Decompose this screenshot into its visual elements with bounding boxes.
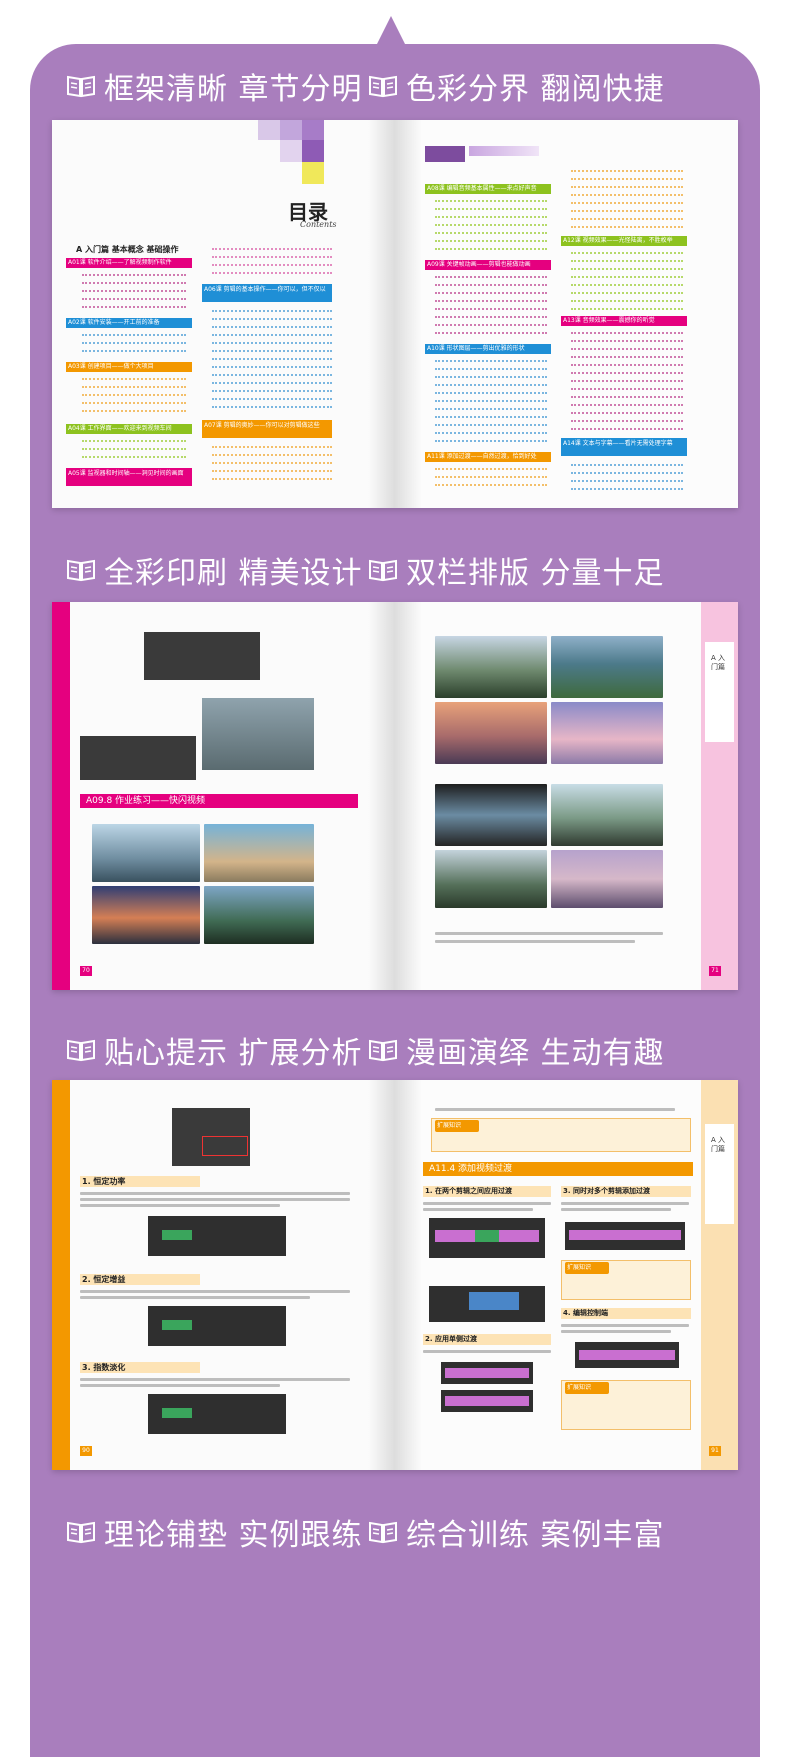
tip-label: 扩展知识 xyxy=(567,1264,592,1271)
lesson-heading: A09课 关键帧动画——剪辑也能做动画 xyxy=(427,261,531,268)
subheading: 2. 应用单侧过渡 xyxy=(425,1335,477,1343)
caption-text: 色彩分界 翻阅快捷 xyxy=(406,72,665,107)
lesson-heading: A05课 监视器和时间轴——洞见时间的画面 xyxy=(68,470,184,477)
open-book-icon xyxy=(67,1039,95,1062)
page-number-right: 91 xyxy=(711,1447,719,1454)
panel-notch xyxy=(376,16,406,46)
lesson-heading: A02课 软件安装——开工前的准备 xyxy=(68,319,160,326)
caption-text: 框架清晰 章节分明 xyxy=(104,72,363,107)
part-heading: A 入门篇 基本概念 基础操作 xyxy=(76,245,179,254)
lesson-heading: A08课 编辑音频基本属性——来点好声音 xyxy=(427,185,537,192)
lesson-heading: A12课 视频效果——光怪陆离，不胜枚举 xyxy=(563,237,673,244)
caption-7: 理论铺垫 实例跟练 xyxy=(66,1510,363,1554)
book-gutter xyxy=(368,1080,422,1470)
lesson-heading: A01课 软件介绍——了解视频制作软件 xyxy=(68,259,172,266)
open-book-icon xyxy=(369,75,397,98)
open-book-icon xyxy=(67,75,95,98)
lesson-heading: A13课 音频效果——震撼你的听觉 xyxy=(563,317,655,324)
toc-left-page: 目录 Contents A 入门篇 基本概念 基础操作 A01课 软件介绍——了… xyxy=(52,120,395,508)
tips-left-page: 1. 恒定功率 2. 恒定增益 3. 指数淡化 90 xyxy=(52,1080,395,1470)
book-gutter xyxy=(368,120,422,508)
caption-text: 全彩印刷 精美设计 xyxy=(104,556,363,591)
book-spread-photos: A09.8 作业练习——快闪视频 70 A 入门篇 71 xyxy=(52,602,738,990)
tips-right-page: 扩展知识 A11.4 添加视频过渡 1. 在两个剪辑之间应用过渡 2. 应用单侧… xyxy=(395,1080,738,1470)
subheading: 3. 指数淡化 xyxy=(82,1363,126,1372)
page-number-right: 71 xyxy=(711,967,719,974)
book-gutter xyxy=(368,602,422,990)
open-book-icon xyxy=(369,559,397,582)
caption-6: 漫画演绎 生动有趣 xyxy=(368,1028,665,1072)
open-book-icon xyxy=(67,1521,95,1544)
caption-text: 贴心提示 扩展分析 xyxy=(104,1036,363,1071)
page-number-left: 90 xyxy=(82,1447,90,1454)
lesson-heading: A03课 创建项目——做个大项目 xyxy=(68,363,154,370)
lesson-heading: A07课 剪辑的奥妙——你可以对剪辑做这些 xyxy=(204,422,320,429)
subheading: 4. 编辑控制端 xyxy=(563,1309,608,1317)
subheading: 1. 在两个剪辑之间应用过渡 xyxy=(425,1187,512,1195)
open-book-icon xyxy=(67,559,95,582)
caption-text: 理论铺垫 实例跟练 xyxy=(104,1518,363,1553)
caption-text: 综合训练 案例丰富 xyxy=(406,1518,665,1553)
caption-text: 双栏排版 分量十足 xyxy=(406,556,665,591)
caption-8: 综合训练 案例丰富 xyxy=(368,1510,665,1554)
book-spread-tips: 1. 恒定功率 2. 恒定增益 3. 指数淡化 90 扩展知识 A11.4 添加… xyxy=(52,1080,738,1470)
caption-4: 双栏排版 分量十足 xyxy=(368,548,665,592)
section-heading: A11.4 添加视频过渡 xyxy=(429,1164,513,1174)
photos-left-page: A09.8 作业练习——快闪视频 70 xyxy=(52,602,395,990)
side-tab: A 入门篇 xyxy=(711,1136,726,1153)
caption-text: 漫画演绎 生动有趣 xyxy=(406,1036,665,1071)
toc-subtitle: Contents xyxy=(300,220,337,229)
caption-5: 贴心提示 扩展分析 xyxy=(66,1028,363,1072)
lesson-heading: A06课 剪辑的基本操作——你可以，但不仅以 xyxy=(204,286,326,293)
section-heading: A09.8 作业练习——快闪视频 xyxy=(86,796,206,806)
open-book-icon xyxy=(369,1521,397,1544)
toc-right-page: A08课 编辑音频基本属性——来点好声音 A09课 关键帧动画——剪辑也能做动画… xyxy=(395,120,738,508)
lesson-heading: A14课 文本与字幕——看片无需处理字幕 xyxy=(563,440,673,447)
lesson-heading: A11课 添加过渡——自然过渡，恰到好处 xyxy=(427,453,537,460)
side-tab: A 入门篇 xyxy=(711,654,726,671)
lesson-heading: A04课 工作界面——欢迎来到视频车间 xyxy=(68,425,172,432)
caption-1: 框架清晰 章节分明 xyxy=(66,64,363,108)
photos-right-page: A 入门篇 71 xyxy=(395,602,738,990)
caption-3: 全彩印刷 精美设计 xyxy=(66,548,363,592)
caption-2: 色彩分界 翻阅快捷 xyxy=(368,64,665,108)
book-spread-toc: 目录 Contents A 入门篇 基本概念 基础操作 A01课 软件介绍——了… xyxy=(52,120,738,508)
tip-label: 扩展知识 xyxy=(437,1122,462,1129)
page-number-left: 70 xyxy=(82,967,90,974)
subheading: 3. 同时对多个剪辑添加过渡 xyxy=(563,1187,650,1195)
open-book-icon xyxy=(369,1039,397,1062)
subheading: 2. 恒定增益 xyxy=(82,1275,126,1284)
lesson-heading: A10课 形状图层——剪出优雅的形状 xyxy=(427,345,525,352)
subheading: 1. 恒定功率 xyxy=(82,1177,126,1186)
tip-label: 扩展知识 xyxy=(567,1384,592,1391)
